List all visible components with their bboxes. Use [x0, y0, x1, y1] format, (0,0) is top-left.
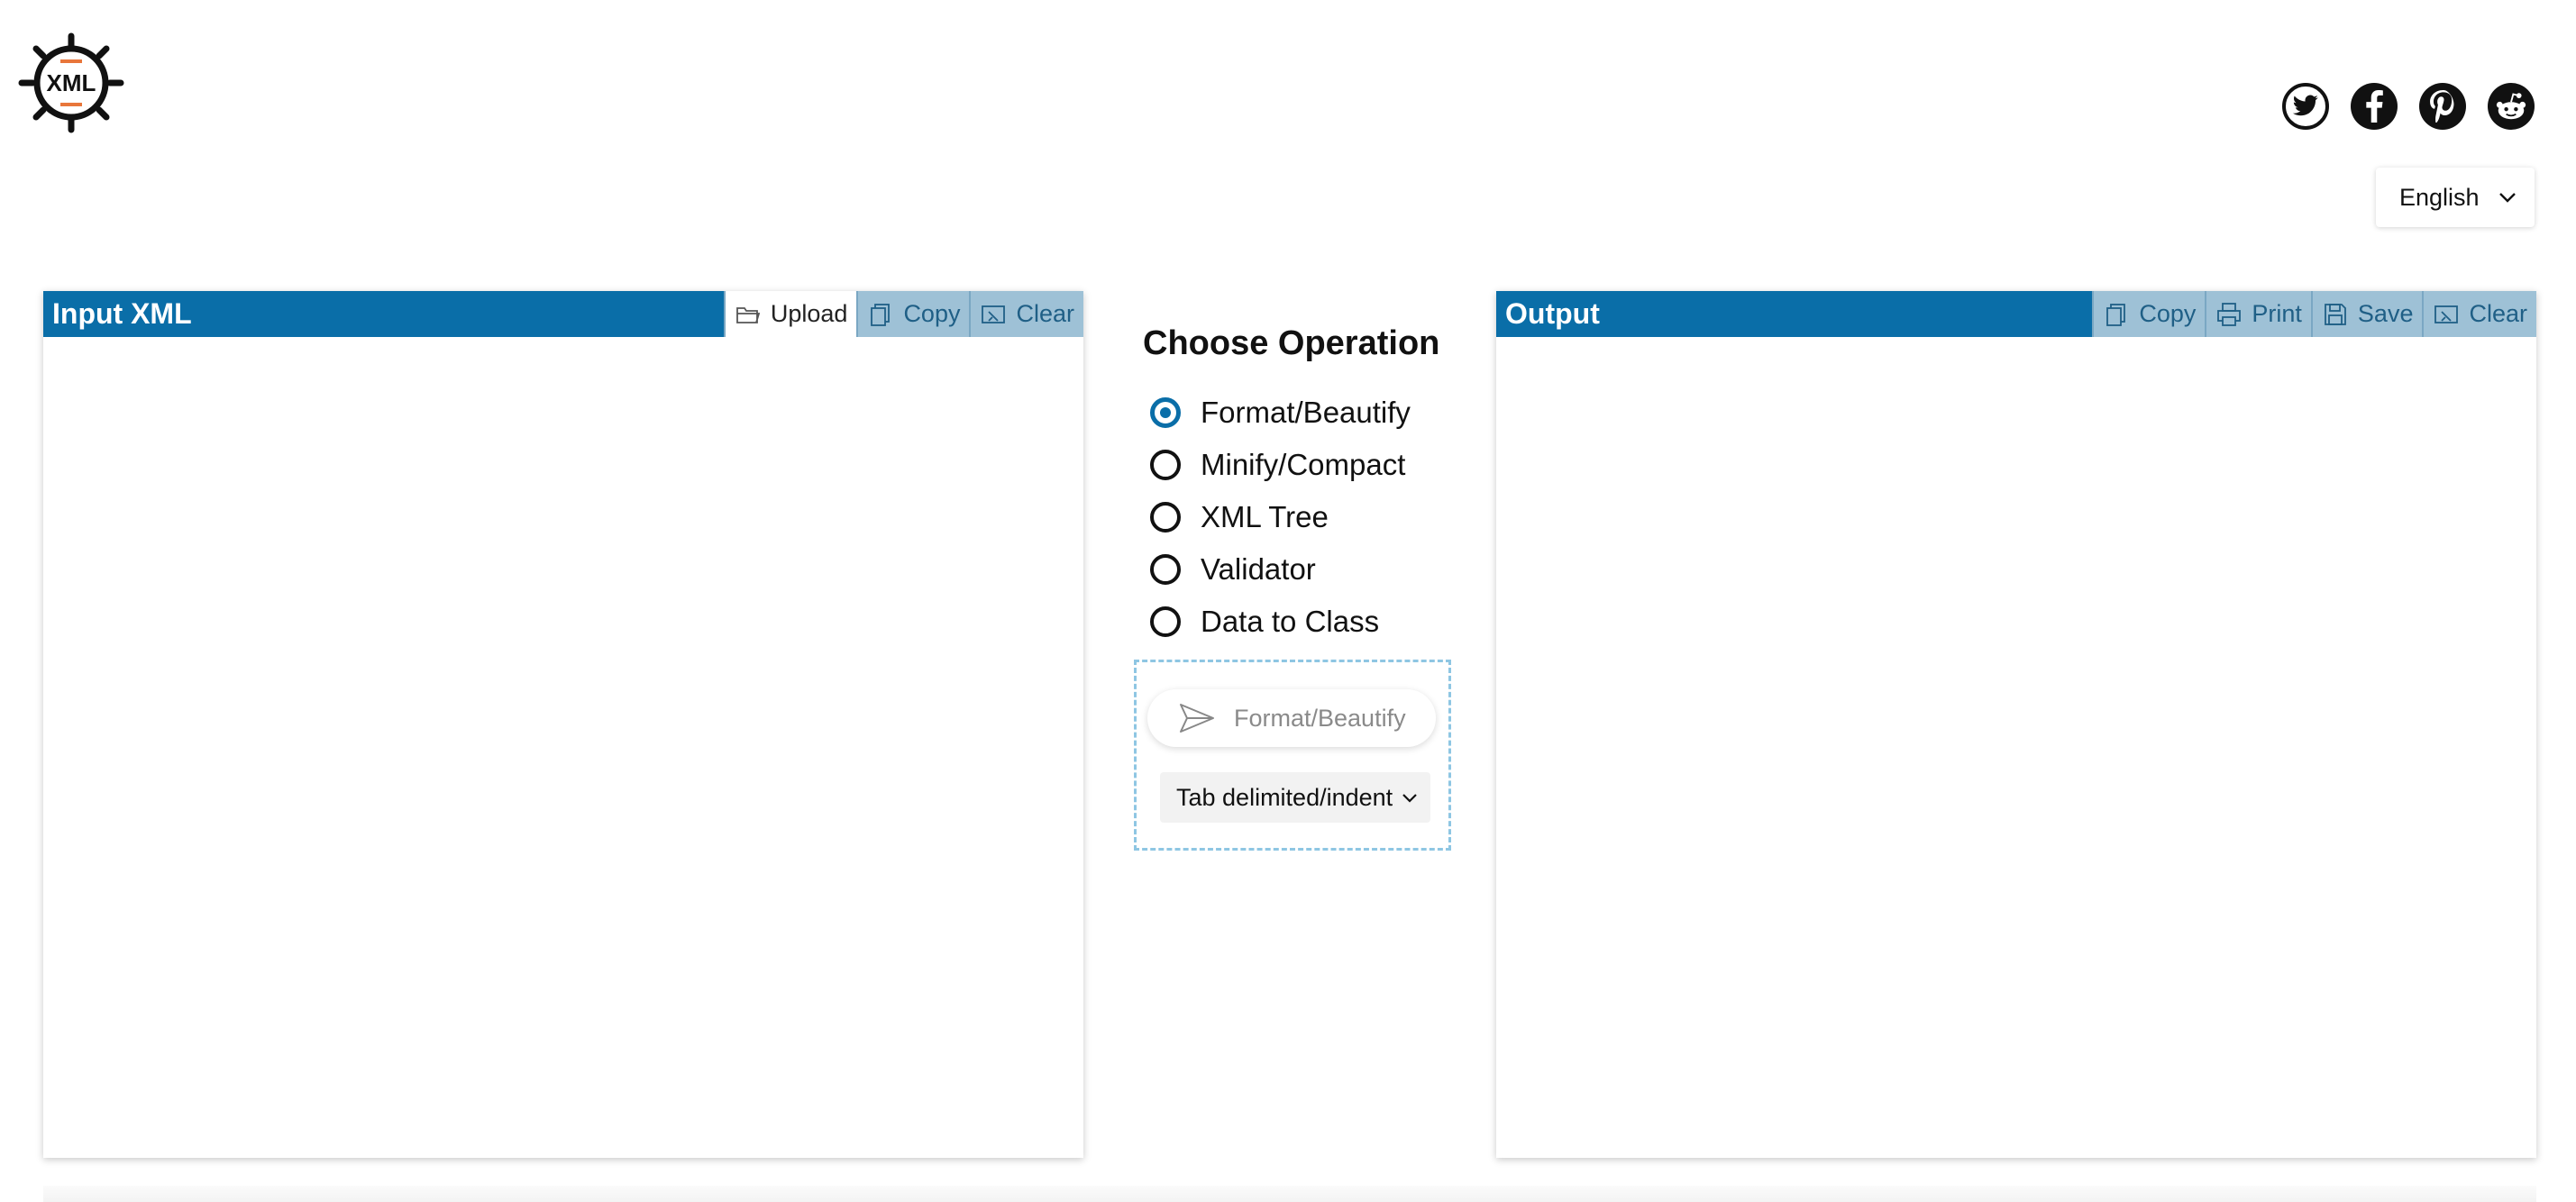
- clear-input-button[interactable]: Clear: [969, 291, 1083, 337]
- indent-value: Tab delimited/indent: [1176, 783, 1393, 811]
- print-button[interactable]: Print: [2205, 291, 2311, 337]
- input-panel: Input XML Upload Copy Clear: [43, 291, 1083, 1158]
- radio-icon: [1150, 606, 1181, 637]
- input-xml-editor[interactable]: [43, 337, 1083, 1158]
- operation-chooser: Choose Operation Format/Beautify Minify/…: [1134, 306, 1449, 648]
- save-icon: [2325, 303, 2346, 325]
- facebook-icon[interactable]: [2351, 83, 2398, 130]
- option-format-beautify[interactable]: Format/Beautify: [1134, 387, 1449, 439]
- radio-icon: [1150, 554, 1181, 585]
- print-label: Print: [2252, 300, 2302, 327]
- indent-select[interactable]: Tab delimited/indent: [1160, 772, 1430, 823]
- copy-input-label: Copy: [903, 300, 961, 327]
- clear-output-button[interactable]: Clear: [2422, 291, 2536, 337]
- option-minify-compact[interactable]: Minify/Compact: [1134, 439, 1449, 491]
- copy-output-label: Copy: [2139, 300, 2197, 327]
- option-validator[interactable]: Validator: [1134, 543, 1449, 596]
- option-data-to-class[interactable]: Data to Class: [1134, 596, 1449, 648]
- clear-input-label: Clear: [1016, 300, 1074, 327]
- reddit-icon[interactable]: [2488, 83, 2535, 130]
- language-value: English: [2399, 183, 2480, 211]
- print-icon: [2217, 302, 2242, 326]
- input-panel-title: Input XML: [52, 297, 192, 330]
- clear-output-label: Clear: [2469, 300, 2527, 327]
- chevron-down-icon: [1402, 794, 1417, 803]
- folder-icon: [735, 306, 761, 323]
- save-label: Save: [2357, 300, 2414, 327]
- save-button[interactable]: Save: [2310, 291, 2423, 337]
- copy-icon: [2106, 303, 2126, 326]
- option-label: Validator: [1201, 552, 1316, 586]
- send-icon: [1180, 704, 1214, 733]
- radio-icon: [1150, 502, 1181, 533]
- action-box: Format/Beautify Tab delimited/indent: [1134, 660, 1451, 851]
- option-label: XML Tree: [1201, 500, 1329, 533]
- output-panel-header: Output Copy Print Save Clear: [1496, 291, 2536, 337]
- copy-output-button[interactable]: Copy: [2092, 291, 2206, 337]
- input-panel-header: Input XML Upload Copy Clear: [43, 291, 1083, 337]
- operation-title: Choose Operation: [1143, 324, 1440, 362]
- chevron-down-icon: [2499, 193, 2516, 203]
- option-label: Data to Class: [1201, 605, 1380, 638]
- copy-input-button[interactable]: Copy: [856, 291, 970, 337]
- run-operation-button[interactable]: Format/Beautify: [1147, 689, 1436, 747]
- output-panel: Output Copy Print Save Clear: [1496, 291, 2536, 1158]
- twitter-icon[interactable]: [2282, 83, 2329, 130]
- clear-icon: [982, 305, 1006, 323]
- clear-icon: [2434, 305, 2459, 323]
- run-operation-label: Format/Beautify: [1234, 704, 1406, 732]
- svg-text:XML: XML: [47, 69, 96, 96]
- social-links: [2282, 83, 2535, 130]
- copy-icon: [871, 303, 891, 326]
- radio-selected-icon: [1150, 397, 1181, 428]
- output-editor[interactable]: [1496, 337, 2536, 1158]
- upload-button[interactable]: Upload: [723, 291, 857, 337]
- language-select[interactable]: English: [2376, 168, 2535, 227]
- radio-icon: [1150, 450, 1181, 480]
- xml-logo: XML: [18, 32, 124, 133]
- option-xml-tree[interactable]: XML Tree: [1134, 491, 1449, 543]
- option-label: Format/Beautify: [1201, 396, 1411, 429]
- option-label: Minify/Compact: [1201, 448, 1406, 481]
- pinterest-icon[interactable]: [2419, 83, 2466, 130]
- page-footer-divider: [43, 1186, 2536, 1202]
- upload-label: Upload: [770, 300, 848, 327]
- output-panel-title: Output: [1505, 297, 1600, 330]
